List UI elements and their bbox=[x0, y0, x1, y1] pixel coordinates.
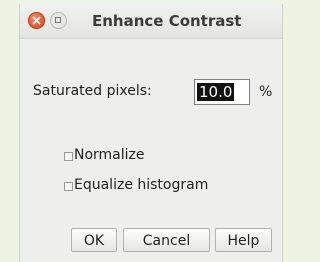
percent-unit-label: % bbox=[259, 84, 273, 100]
saturated-pixels-value: 10.0 bbox=[197, 83, 235, 101]
window-title: Enhance Contrast bbox=[92, 12, 242, 30]
normalize-label: Normalize bbox=[74, 147, 145, 163]
help-button[interactable]: Help bbox=[215, 228, 272, 252]
saturated-pixels-label: Saturated pixels: bbox=[33, 83, 152, 99]
checkbox-box bbox=[64, 181, 73, 191]
ok-button[interactable]: OK bbox=[71, 228, 117, 252]
close-icon[interactable] bbox=[28, 12, 45, 29]
title-bar: Enhance Contrast bbox=[20, 4, 282, 39]
checkbox-box bbox=[64, 151, 73, 161]
equalize-histogram-label: Equalize histogram bbox=[74, 177, 209, 193]
maximize-icon[interactable] bbox=[50, 12, 67, 29]
cancel-button[interactable]: Cancel bbox=[123, 228, 210, 252]
equalize-histogram-checkbox[interactable]: Equalize histogram bbox=[64, 176, 208, 194]
normalize-checkbox[interactable]: Normalize bbox=[64, 146, 145, 164]
enhance-contrast-dialog: Enhance Contrast Saturated pixels: 10.0 … bbox=[19, 4, 283, 262]
saturated-pixels-field[interactable]: 10.0 bbox=[194, 79, 250, 105]
